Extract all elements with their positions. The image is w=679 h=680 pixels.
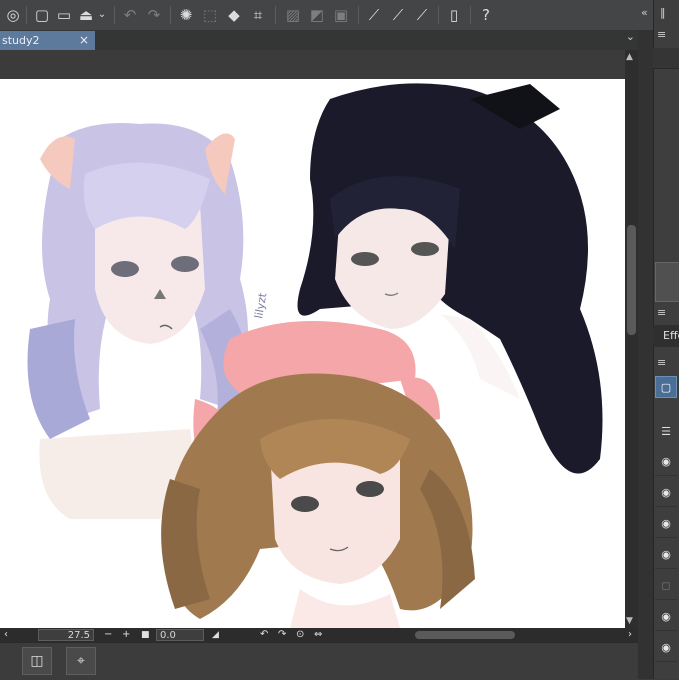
tablet-icon[interactable]: ▯ (444, 5, 464, 25)
fit-icon[interactable]: ■ (141, 628, 150, 642)
eye-icon[interactable]: ◉ (655, 602, 677, 631)
toolbar-separator (26, 6, 27, 24)
toolbar-separator (114, 6, 115, 24)
panel-gutter (638, 30, 653, 679)
chevron-down-icon[interactable]: ⌄ (626, 30, 635, 43)
fill-icon[interactable]: ◆ (224, 5, 244, 25)
artwork: lilyzt (27, 83, 603, 628)
rotate-handle-icon[interactable]: ◢ (212, 628, 219, 642)
panel-menu-icon[interactable]: ≡ (657, 356, 666, 369)
pen-ruler-icon[interactable]: ⟋ (412, 5, 432, 25)
ruler-icon[interactable]: ⟋ (364, 5, 384, 25)
redo-icon[interactable]: ↷ (144, 5, 164, 25)
scroll-left-icon[interactable]: ‹ (4, 628, 8, 642)
layer-property-icon[interactable]: ◫ (22, 647, 52, 675)
transform-icon[interactable]: ⌗ (248, 5, 268, 25)
rotation-angle-field[interactable]: 0.0 (156, 629, 204, 641)
scroll-down-icon[interactable]: ▼ (626, 616, 633, 626)
deselect-icon[interactable]: ▨ (283, 5, 303, 25)
tab-study2[interactable]: study2 × (0, 31, 95, 50)
zoom-field[interactable]: 27.5 (38, 629, 94, 641)
eye-icon[interactable]: ◉ (655, 478, 677, 507)
flip-icon[interactable]: ⇔ (314, 628, 322, 642)
vertical-scrollbar[interactable] (625, 50, 638, 628)
effect-panel-label[interactable]: Effe (653, 325, 679, 347)
clear-icon[interactable]: ⬚ (200, 5, 220, 25)
collapse-right-icon[interactable]: ‖ (660, 6, 666, 19)
scroll-up-icon[interactable]: ▲ (626, 52, 633, 62)
rotate-left-icon[interactable]: ↶ (260, 628, 268, 642)
eye-icon[interactable]: ◉ (655, 509, 677, 538)
zoom-out-button[interactable]: − (104, 628, 112, 642)
collapse-left-icon[interactable]: « (641, 6, 648, 19)
main-toolbar: ◎ ▢ ▭ ⏏ ⌄ ↶ ↷ ✺ ⬚ ◆ ⌗ ▨ ◩ ▣ ⟋ ⟋ ⟋ ▯ ? (0, 0, 679, 31)
eye-icon[interactable]: ◉ (655, 633, 677, 662)
eye-hidden-icon[interactable]: ◻ (655, 571, 677, 600)
invert-selection-icon[interactable]: ◩ (307, 5, 327, 25)
tab-label: study2 (2, 34, 40, 47)
toolbar-separator (358, 6, 359, 24)
vertical-scroll-thumb[interactable] (627, 225, 636, 335)
rotate-right-icon[interactable]: ↷ (278, 628, 286, 642)
status-bar: ‹ − + ■ ◢ ↶ ↷ ⊙ ⇔ › (0, 628, 638, 642)
panel-menu-icon[interactable]: ≡ (657, 28, 666, 41)
help-icon[interactable]: ? (476, 5, 496, 25)
close-icon[interactable]: × (79, 31, 89, 50)
toolbar-separator (438, 6, 439, 24)
horizontal-scroll-thumb[interactable] (415, 631, 515, 639)
panel-header (653, 48, 679, 69)
eye-icon[interactable]: ◉ (655, 540, 677, 569)
document-tab-bar (0, 30, 653, 50)
open-icon[interactable]: ▭ (54, 5, 74, 25)
drawing-canvas[interactable]: lilyzt (0, 79, 625, 628)
reset-rotation-icon[interactable]: ⊙ (296, 628, 304, 642)
ruler-snap-icon[interactable]: ⟋ (388, 5, 408, 25)
layer-mode-icon[interactable]: ▢ (655, 376, 677, 398)
color-thumbnail[interactable] (655, 262, 679, 302)
bottom-panel (0, 642, 653, 680)
clip-studio-icon[interactable]: ◎ (3, 5, 23, 25)
navigator-icon[interactable]: ⌖ (66, 647, 96, 675)
zoom-in-button[interactable]: + (122, 628, 130, 642)
new-icon[interactable]: ▢ (32, 5, 52, 25)
eye-icon[interactable]: ◉ (655, 447, 677, 476)
busy-icon[interactable]: ✺ (176, 5, 196, 25)
scroll-right-icon[interactable]: › (628, 628, 632, 642)
undo-icon[interactable]: ↶ (120, 5, 140, 25)
dropdown-icon[interactable]: ⌄ (96, 5, 108, 25)
save-icon[interactable]: ⏏ (76, 5, 96, 25)
artist-signature: lilyzt (252, 291, 269, 319)
toolbar-separator (275, 6, 276, 24)
layer-list-icon[interactable]: ☰ (655, 420, 677, 442)
toolbar-separator (470, 6, 471, 24)
panel-menu-icon[interactable]: ≡ (657, 306, 666, 319)
toolbar-separator (170, 6, 171, 24)
show-selection-icon[interactable]: ▣ (331, 5, 351, 25)
